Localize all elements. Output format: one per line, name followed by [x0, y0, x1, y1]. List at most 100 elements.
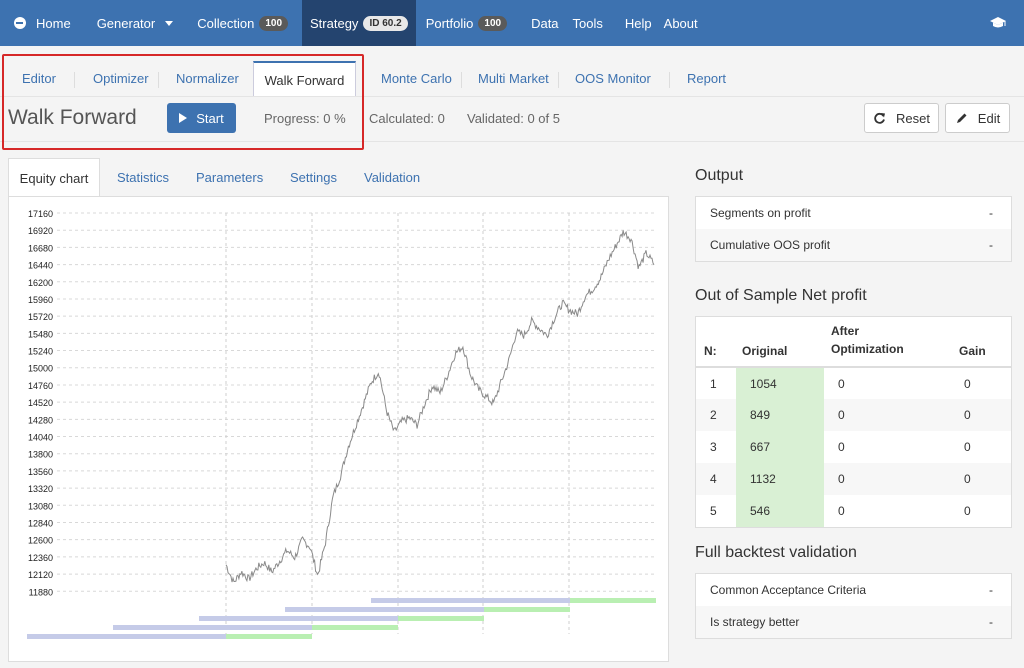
y-tick-label: 14040 — [28, 433, 53, 443]
oos-table: N: Original After Optimization Gain 1 105… — [696, 317, 1011, 527]
tab-statistics[interactable]: Statistics — [117, 158, 169, 196]
chevron-down-icon — [165, 20, 174, 26]
pencil-icon — [956, 113, 967, 123]
y-tick-label: 14280 — [28, 415, 53, 425]
out-of-sample-bar — [312, 625, 398, 630]
tab-validation[interactable]: Validation — [364, 158, 420, 196]
nav-help-label: Help — [624, 15, 652, 31]
col-n: N: — [696, 317, 736, 368]
output-row-value: - — [989, 238, 993, 252]
table-row: 1 1054 0 0 — [696, 367, 1011, 399]
out-of-sample-bar — [398, 616, 484, 621]
table-row: 2 849 0 0 — [696, 399, 1011, 431]
nav-generator[interactable]: Generator — [87, 0, 190, 46]
validation-row-label: Common Acceptance Criteria — [710, 583, 867, 597]
y-tick-label: 12600 — [28, 536, 53, 546]
nav-about-label: About — [663, 15, 698, 31]
tab-divider — [669, 72, 670, 88]
calculated-text: Calculated: 0 — [369, 111, 445, 126]
validation-row: Common Acceptance Criteria - — [696, 574, 1011, 606]
tab-parameters[interactable]: Parameters — [196, 158, 263, 196]
output-row: Cumulative OOS profit - — [696, 229, 1011, 261]
cell-after: 0 — [838, 376, 845, 391]
nav-help[interactable]: Help — [617, 0, 658, 46]
y-tick-label: 15720 — [28, 312, 53, 322]
nav-home-label: Home — [36, 15, 71, 31]
y-tick-label: 14520 — [28, 398, 53, 408]
cell-original: 1054 — [736, 367, 824, 399]
in-sample-bar — [199, 616, 398, 621]
y-tick-label: 13080 — [28, 501, 53, 511]
validation-row-value: - — [989, 583, 993, 597]
nav-data[interactable]: Data — [523, 0, 564, 46]
y-tick-label: 12840 — [28, 518, 53, 528]
y-tick-label: 13560 — [28, 467, 53, 477]
tab-divider — [461, 72, 462, 88]
nav-portfolio[interactable]: Portfolio 100 — [416, 0, 523, 46]
reset-button[interactable]: Reset — [864, 103, 939, 133]
validation-title: Full backtest validation — [695, 544, 857, 561]
cell-original: 849 — [736, 399, 824, 431]
y-tick-label: 15000 — [28, 364, 53, 374]
in-sample-bar — [285, 607, 484, 612]
output-row-value: - — [989, 206, 993, 220]
col-original: Original — [736, 317, 824, 368]
y-tick-label: 17160 — [28, 209, 53, 219]
subtab-multi-market[interactable]: Multi Market — [478, 61, 549, 97]
nav-generator-label: Generator — [96, 15, 156, 31]
nav-home[interactable]: Home — [0, 0, 87, 46]
validation-row-label: Is strategy better — [710, 615, 800, 629]
out-of-sample-bar — [484, 607, 570, 612]
reset-button-label: Reset — [896, 110, 930, 126]
cell-gain: 0 — [964, 376, 971, 391]
tab-settings[interactable]: Settings — [290, 158, 337, 196]
col-after-optimization: After Optimization — [824, 317, 946, 368]
y-tick-label: 15960 — [28, 295, 53, 305]
validated-text: Validated: 0 of 5 — [467, 111, 560, 126]
out-of-sample-bar — [570, 598, 656, 603]
y-tick-label: 16680 — [28, 243, 53, 253]
y-tick-label: 13800 — [28, 450, 53, 460]
home-icon — [14, 17, 26, 29]
cell-n: 2 — [696, 399, 736, 431]
table-row: 5 546 0 0 — [696, 495, 1011, 527]
nav-tools[interactable]: Tools — [565, 0, 617, 46]
nav-portfolio-label: Portfolio — [425, 15, 474, 31]
cell-original: 1132 — [736, 463, 824, 495]
y-tick-label: 15240 — [28, 347, 53, 357]
tab-divider — [558, 72, 559, 88]
subtab-report[interactable]: Report — [687, 61, 726, 97]
y-tick-label: 12360 — [28, 553, 53, 563]
nav-about[interactable]: About — [658, 0, 704, 46]
oos-title: Out of Sample Net profit — [695, 287, 867, 304]
graduation-cap-icon[interactable] — [990, 16, 1006, 29]
y-tick-label: 16200 — [28, 278, 53, 288]
cell-gain: 0 — [964, 504, 971, 518]
oos-card: N: Original After Optimization Gain 1 105… — [695, 316, 1012, 528]
output-title: Output — [695, 167, 744, 184]
nav-strategy-label: Strategy — [310, 15, 359, 31]
cell-gain: 0 — [964, 440, 971, 454]
validation-row: Is strategy better - — [696, 606, 1011, 638]
refresh-icon — [874, 112, 886, 124]
col-gain: Gain — [946, 317, 1011, 368]
nav-tools-label: Tools — [572, 15, 603, 31]
portfolio-count-badge: 100 — [478, 15, 508, 31]
subtab-oos-monitor[interactable]: OOS Monitor — [575, 61, 651, 97]
nav-strategy[interactable]: Strategy ID 60.2 — [302, 0, 416, 46]
in-sample-bar — [371, 598, 570, 603]
equity-line — [225, 230, 655, 583]
nav-collection[interactable]: Collection 100 — [189, 0, 302, 46]
output-row-label: Segments on profit — [710, 206, 811, 220]
cell-gain: 0 — [946, 399, 1011, 431]
y-tick-label: 16440 — [28, 261, 53, 271]
cell-n: 4 — [696, 463, 736, 495]
cell-after: 0 — [824, 399, 946, 431]
tab-equity-chart[interactable]: Equity chart — [8, 158, 100, 196]
in-sample-bar — [113, 625, 312, 630]
cell-gain: 0 — [946, 463, 1011, 495]
subtab-monte-carlo[interactable]: Monte Carlo — [381, 61, 452, 97]
output-row-label: Cumulative OOS profit — [710, 238, 831, 252]
validation-row-value: - — [989, 615, 993, 629]
edit-button[interactable]: Edit — [945, 103, 1010, 133]
